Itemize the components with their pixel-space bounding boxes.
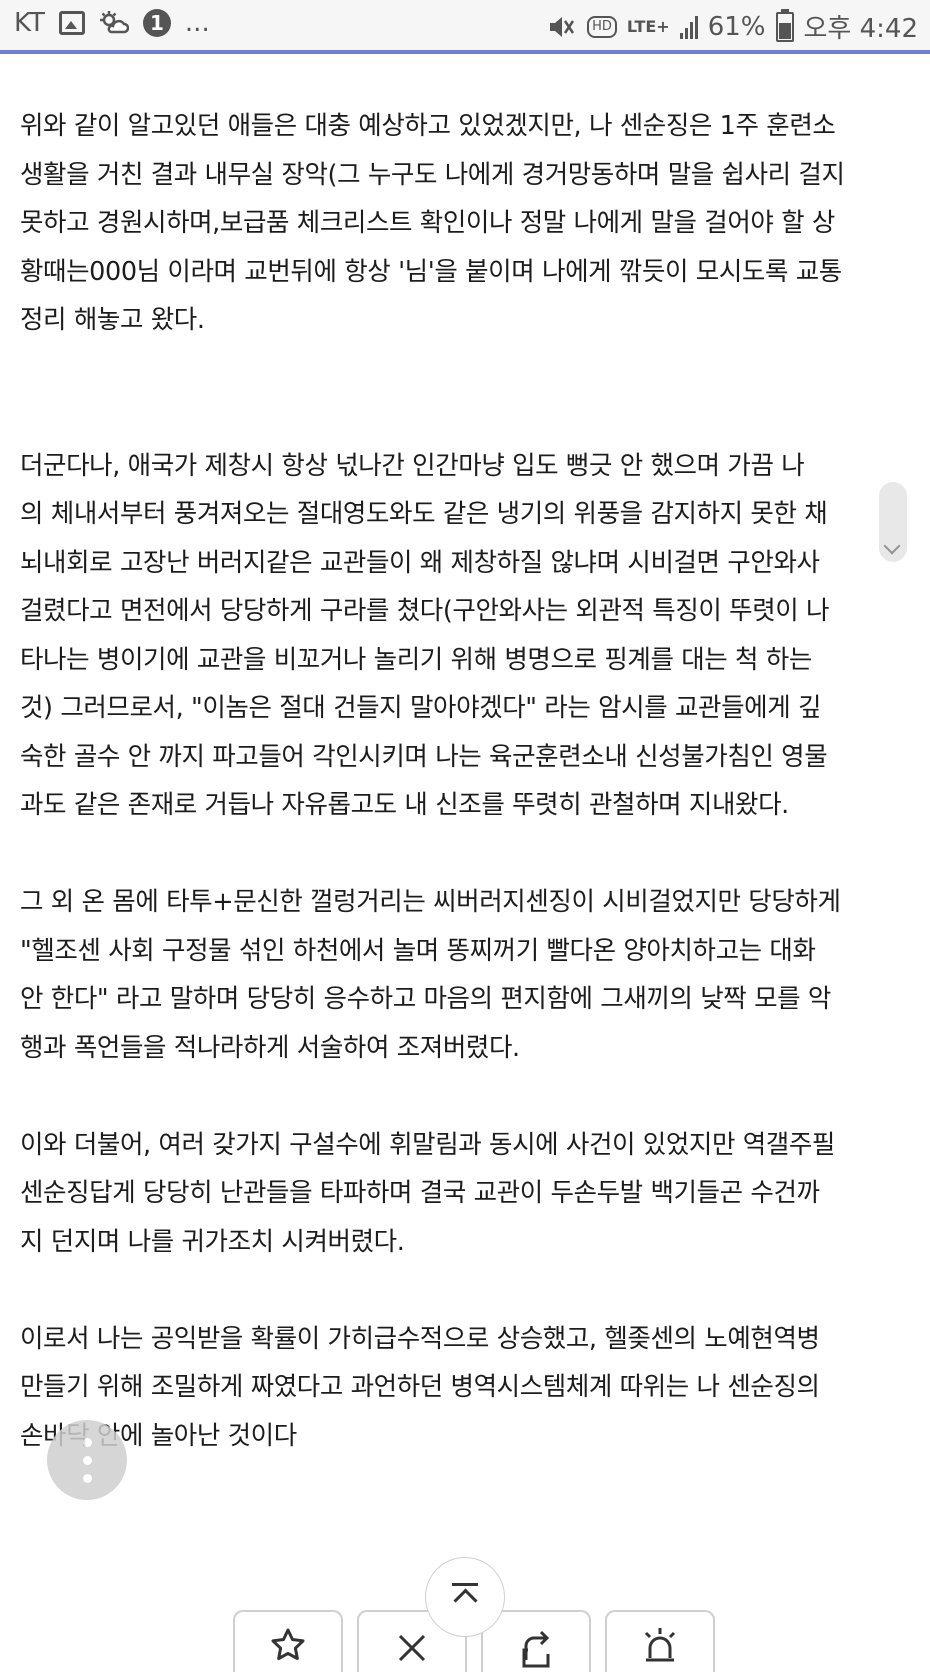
article-paragraph: 더군다나, 애국가 제창시 항상 넋나간 인간마냥 입도 뻥긋 안 했으며 가끔…: [20, 450, 830, 821]
double-chevron-up-icon: [452, 1583, 478, 1586]
weather-icon: [99, 11, 129, 34]
notification-count-badge: 1: [142, 9, 171, 37]
signal-icon: [679, 15, 698, 39]
clock: 오후 4:42: [803, 14, 919, 44]
hd-voice-icon: HD: [587, 15, 617, 38]
battery-icon: [775, 8, 794, 42]
chevron-down-icon: [883, 537, 901, 555]
floating-menu-button[interactable]: [47, 1420, 127, 1500]
carrier-label: KT: [14, 8, 45, 38]
mute-icon: [550, 16, 575, 37]
article-paragraph: 이와 더불어, 여러 갖가지 구설수에 휘말림과 동시에 사건이 있었지만 역갤…: [20, 1129, 835, 1257]
more-vertical-icon: [83, 1438, 92, 1447]
battery-percent: 61%: [707, 11, 766, 42]
more-notifications: ...: [184, 8, 210, 38]
star-icon: [271, 1628, 305, 1660]
article-paragraph: 이로서 나는 공익받을 확률이 가히급수적으로 상승했고, 헬좆센의 노예현역병…: [20, 1323, 820, 1451]
article-body: 위와 같이 알고있던 애들은 대충 예상하고 있었겠지만, 나 센순징은 1주 …: [20, 102, 915, 1460]
gallery-icon: [58, 11, 85, 35]
more-vertical-icon-dot: [83, 1456, 92, 1465]
chevron-up-icon: [453, 1588, 478, 1613]
scroll-to-top-button[interactable]: [425, 1557, 505, 1637]
lte-icon: LTE+: [626, 16, 670, 36]
article-paragraph: 위와 같이 알고있던 애들은 대충 예상하고 있었겠지만, 나 센순징은 1주 …: [20, 111, 845, 335]
siren-icon: [644, 1628, 676, 1662]
status-bar: KT 1 ... HD LTE+ 61% 오후 4:42: [0, 0, 930, 52]
status-accent-divider: [0, 50, 930, 54]
close-icon: [398, 1634, 426, 1662]
article-paragraph: 그 외 온 몸에 타투+문신한 껄렁거리는 씨버러지센징이 시비걸었지만 당당하…: [20, 887, 841, 1063]
more-vertical-icon-dot: [83, 1474, 92, 1483]
status-bar-left: KT 1 ...: [14, 8, 210, 38]
share-icon: [522, 1630, 550, 1668]
status-bar-right: HD LTE+ 61% 오후 4:42: [547, 8, 918, 45]
recommend-button[interactable]: [233, 1610, 343, 1672]
report-button[interactable]: [605, 1610, 715, 1672]
scrollbar-handle[interactable]: [879, 482, 907, 562]
